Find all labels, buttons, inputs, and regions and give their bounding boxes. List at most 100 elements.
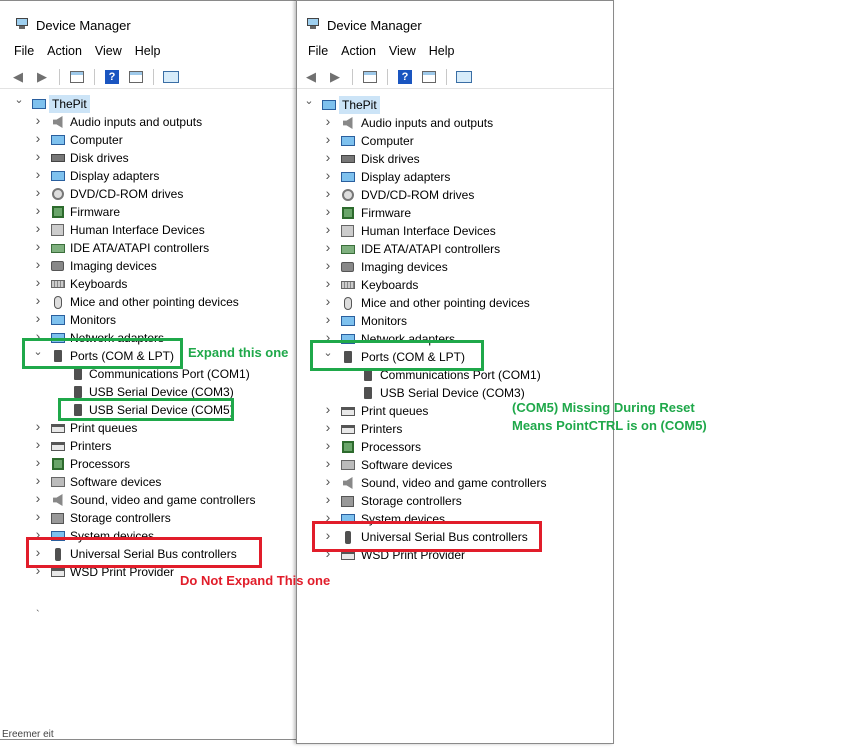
camera-icon — [340, 260, 355, 274]
chevron-right-icon[interactable]: › — [322, 167, 334, 183]
chevron-right-icon[interactable]: › — [322, 221, 334, 237]
chevron-right-icon[interactable]: › — [32, 274, 44, 290]
speaker-icon — [340, 116, 355, 130]
tree-node-label: USB Serial Device (COM3) — [380, 386, 525, 400]
bottom-text-fragment: Ereemer eit — [2, 729, 54, 740]
tree-node-label: Audio inputs and outputs — [70, 115, 203, 129]
tree-node-label: Disk drives — [70, 151, 129, 165]
chevron-down-icon[interactable]: ⌄ — [303, 94, 315, 107]
computer-icon — [321, 98, 336, 112]
chevron-right-icon[interactable]: › — [32, 130, 44, 146]
tree-node-label: IDE ATA/ATAPI controllers — [70, 241, 210, 255]
stray-mark: ` — [36, 609, 40, 621]
tree-root-label: ThePit — [339, 96, 380, 114]
annotation-expand-note: Expand this one — [188, 345, 289, 360]
tree-node-label: Imaging devices — [361, 260, 448, 274]
device-manager-icon — [307, 18, 319, 30]
scan-hardware-icon[interactable] — [454, 68, 474, 86]
back-arrow-icon[interactable]: ◀ — [301, 68, 321, 86]
device-manager-icon — [16, 18, 28, 30]
menu-help[interactable]: Help — [135, 41, 168, 63]
chevron-right-icon[interactable]: › — [32, 238, 44, 254]
details-sheet-icon[interactable] — [126, 68, 146, 86]
menu-file[interactable]: File — [14, 41, 41, 63]
tree-node-label: Audio inputs and outputs — [361, 116, 494, 130]
port-icon — [360, 386, 375, 400]
chevron-right-icon[interactable]: › — [322, 401, 334, 417]
chevron-right-icon[interactable]: › — [322, 293, 334, 309]
help-icon[interactable]: ? — [102, 68, 122, 86]
chevron-right-icon[interactable]: › — [32, 310, 44, 326]
chevron-right-icon[interactable]: › — [32, 454, 44, 470]
chevron-right-icon[interactable]: › — [32, 472, 44, 488]
chevron-right-icon[interactable]: › — [322, 131, 334, 147]
menu-help[interactable]: Help — [429, 41, 462, 63]
toolbar-separator — [59, 68, 60, 85]
tree-node-label: Printers — [361, 422, 403, 436]
speaker-icon — [50, 115, 65, 129]
title-bar: Device Manager — [0, 1, 297, 41]
tree-node-label: Processors — [361, 440, 422, 454]
chevron-right-icon[interactable]: › — [322, 257, 334, 273]
chevron-right-icon[interactable]: › — [32, 418, 44, 434]
chevron-right-icon[interactable]: › — [322, 149, 334, 165]
tree-node-label: Disk drives — [361, 152, 420, 166]
tree-node-label: Print queues — [70, 421, 138, 435]
window-title: Device Manager — [36, 18, 131, 33]
disk-icon — [340, 152, 355, 166]
tree-node-label: Monitors — [361, 314, 408, 328]
chevron-right-icon[interactable]: › — [322, 491, 334, 507]
menu-action[interactable]: Action — [341, 41, 383, 63]
properties-sheet-icon[interactable] — [360, 68, 380, 86]
properties-sheet-icon[interactable] — [67, 68, 87, 86]
device-manager-window-right: Device Manager File Action View Help ◀ ▶… — [296, 0, 614, 744]
annotation-box-ports-right — [310, 340, 484, 371]
chevron-right-icon[interactable]: › — [322, 419, 334, 435]
chevron-right-icon[interactable]: › — [322, 311, 334, 327]
chevron-right-icon[interactable]: › — [32, 292, 44, 308]
chevron-right-icon[interactable]: › — [32, 508, 44, 524]
tree-node-label: Computer — [70, 133, 123, 147]
chevron-right-icon[interactable]: › — [322, 473, 334, 489]
menu-action[interactable]: Action — [47, 41, 89, 63]
tree-node-label: Sound, video and game controllers — [361, 476, 547, 490]
annotation-box-usb-right — [312, 521, 542, 552]
menu-view[interactable]: View — [95, 41, 129, 63]
storage-icon — [50, 511, 65, 525]
chip-icon — [50, 205, 65, 219]
help-icon[interactable]: ? — [395, 68, 415, 86]
forward-arrow-icon[interactable]: ▶ — [32, 68, 52, 86]
back-arrow-icon[interactable]: ◀ — [8, 68, 28, 86]
chevron-right-icon[interactable]: › — [322, 239, 334, 255]
chevron-right-icon[interactable]: › — [322, 455, 334, 471]
chevron-right-icon[interactable]: › — [32, 256, 44, 272]
tree-node-label: DVD/CD-ROM drives — [70, 187, 184, 201]
chevron-down-icon[interactable]: ⌄ — [13, 93, 25, 106]
hid-icon — [340, 224, 355, 238]
chip-icon — [340, 206, 355, 220]
chevron-right-icon[interactable]: › — [32, 166, 44, 182]
chevron-right-icon[interactable]: › — [322, 185, 334, 201]
chevron-right-icon[interactable]: › — [322, 275, 334, 291]
chevron-right-icon[interactable]: › — [32, 490, 44, 506]
chevron-right-icon[interactable]: › — [32, 184, 44, 200]
chevron-right-icon[interactable]: › — [32, 436, 44, 452]
chevron-right-icon[interactable]: › — [32, 202, 44, 218]
details-sheet-icon[interactable] — [419, 68, 439, 86]
tree-node-label: Storage controllers — [361, 494, 462, 508]
menu-view[interactable]: View — [389, 41, 423, 63]
chevron-right-icon[interactable]: › — [32, 220, 44, 236]
chevron-right-icon[interactable]: › — [32, 148, 44, 164]
tree-node-label: Mice and other pointing devices — [361, 296, 530, 310]
chip-icon — [340, 440, 355, 454]
chevron-right-icon[interactable]: › — [32, 112, 44, 128]
chevron-right-icon[interactable]: › — [322, 203, 334, 219]
chevron-right-icon[interactable]: › — [322, 113, 334, 129]
scan-hardware-icon[interactable] — [161, 68, 181, 86]
toolbar-separator — [387, 68, 388, 85]
chevron-right-icon[interactable]: › — [322, 437, 334, 453]
tree-node-label: Computer — [361, 134, 414, 148]
tree-node-label: Firmware — [70, 205, 120, 219]
menu-file[interactable]: File — [308, 41, 335, 63]
forward-arrow-icon[interactable]: ▶ — [325, 68, 345, 86]
